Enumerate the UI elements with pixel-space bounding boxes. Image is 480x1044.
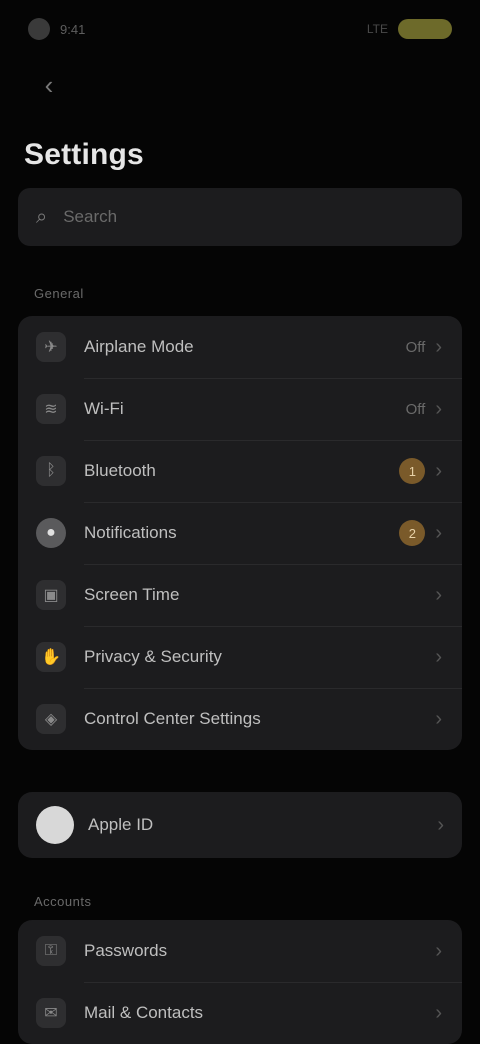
settings-row-control-center[interactable]: ◈ Control Center Settings › — [18, 688, 462, 750]
settings-row-wifi[interactable]: ≋ Wi-Fi Off › — [18, 378, 462, 440]
chevron-right-icon: › — [435, 939, 442, 962]
chevron-right-icon: › — [435, 459, 442, 482]
back-button[interactable]: ‹ — [34, 70, 64, 100]
status-time: 9:41 — [60, 21, 86, 37]
row-value: Off — [405, 338, 426, 356]
settings-group-accounts: ⚿ Passwords › ✉ Mail & Contacts › — [18, 920, 462, 1044]
chevron-right-icon: › — [435, 521, 442, 544]
chevron-right-icon: › — [435, 645, 442, 668]
chevron-right-icon: › — [437, 813, 444, 836]
settings-row-screen-time[interactable]: ▣ Screen Time › — [18, 564, 462, 626]
status-indicator-icon — [28, 18, 50, 40]
chevron-right-icon: › — [435, 397, 442, 420]
status-left: 9:41 — [28, 18, 85, 40]
bell-icon: ● — [36, 518, 66, 548]
row-label: Screen Time — [84, 585, 180, 604]
section-label-accounts: Accounts — [34, 894, 92, 909]
notification-badge: 2 — [399, 520, 426, 546]
settings-row-airplane[interactable]: ✈ Airplane Mode Off › — [18, 316, 462, 378]
chevron-right-icon: › — [435, 707, 442, 730]
status-bar: 9:41 LTE — [0, 0, 480, 58]
airplane-icon: ✈ — [36, 332, 66, 362]
avatar — [36, 806, 74, 844]
settings-group-general: ✈ Airplane Mode Off › ≋ Wi-Fi Off › ᛒ Bl… — [18, 316, 462, 750]
settings-row-bluetooth[interactable]: ᛒ Bluetooth 1 › — [18, 440, 462, 502]
notification-badge: 1 — [399, 458, 426, 484]
chevron-right-icon: › — [435, 335, 442, 358]
settings-row-mail[interactable]: ✉ Mail & Contacts › — [18, 982, 462, 1044]
settings-row-notifications[interactable]: ● Notifications 2 › — [18, 502, 462, 564]
page-title: Settings — [24, 138, 144, 171]
row-label: Mail & Contacts — [84, 1003, 204, 1022]
row-label: Bluetooth — [84, 461, 156, 480]
row-label: Passwords — [84, 941, 168, 960]
row-label: Control Center Settings — [84, 709, 261, 728]
bluetooth-icon: ᛒ — [36, 456, 66, 486]
profile-name: Apple ID — [88, 815, 154, 834]
lock-icon: ▣ — [36, 580, 66, 610]
profile-row[interactable]: Apple ID › — [18, 792, 462, 858]
row-label: Notifications — [84, 523, 177, 542]
battery-icon — [398, 19, 452, 39]
settings-row-passwords[interactable]: ⚿ Passwords › — [18, 920, 462, 982]
search-icon: ⌕ — [36, 205, 48, 228]
row-value: Off — [405, 400, 426, 418]
status-right: LTE — [367, 19, 452, 39]
chevron-left-icon: ‹ — [44, 69, 54, 100]
chevron-right-icon: › — [435, 1001, 442, 1024]
section-label-general: General — [34, 286, 84, 301]
row-label: Privacy & Security — [84, 647, 222, 666]
mail-icon: ✉ — [36, 998, 66, 1028]
row-label: Wi-Fi — [84, 399, 124, 418]
wifi-icon: ≋ — [36, 394, 66, 424]
chevron-right-icon: › — [435, 583, 442, 606]
row-label: Airplane Mode — [84, 337, 194, 356]
shield-icon: ◈ — [36, 704, 66, 734]
search-bar[interactable]: ⌕ — [18, 188, 462, 246]
status-carrier: LTE — [366, 22, 388, 36]
search-input[interactable] — [61, 206, 444, 228]
hand-icon: ✋ — [36, 642, 66, 672]
settings-row-privacy[interactable]: ✋ Privacy & Security › — [18, 626, 462, 688]
key-icon: ⚿ — [36, 936, 66, 966]
